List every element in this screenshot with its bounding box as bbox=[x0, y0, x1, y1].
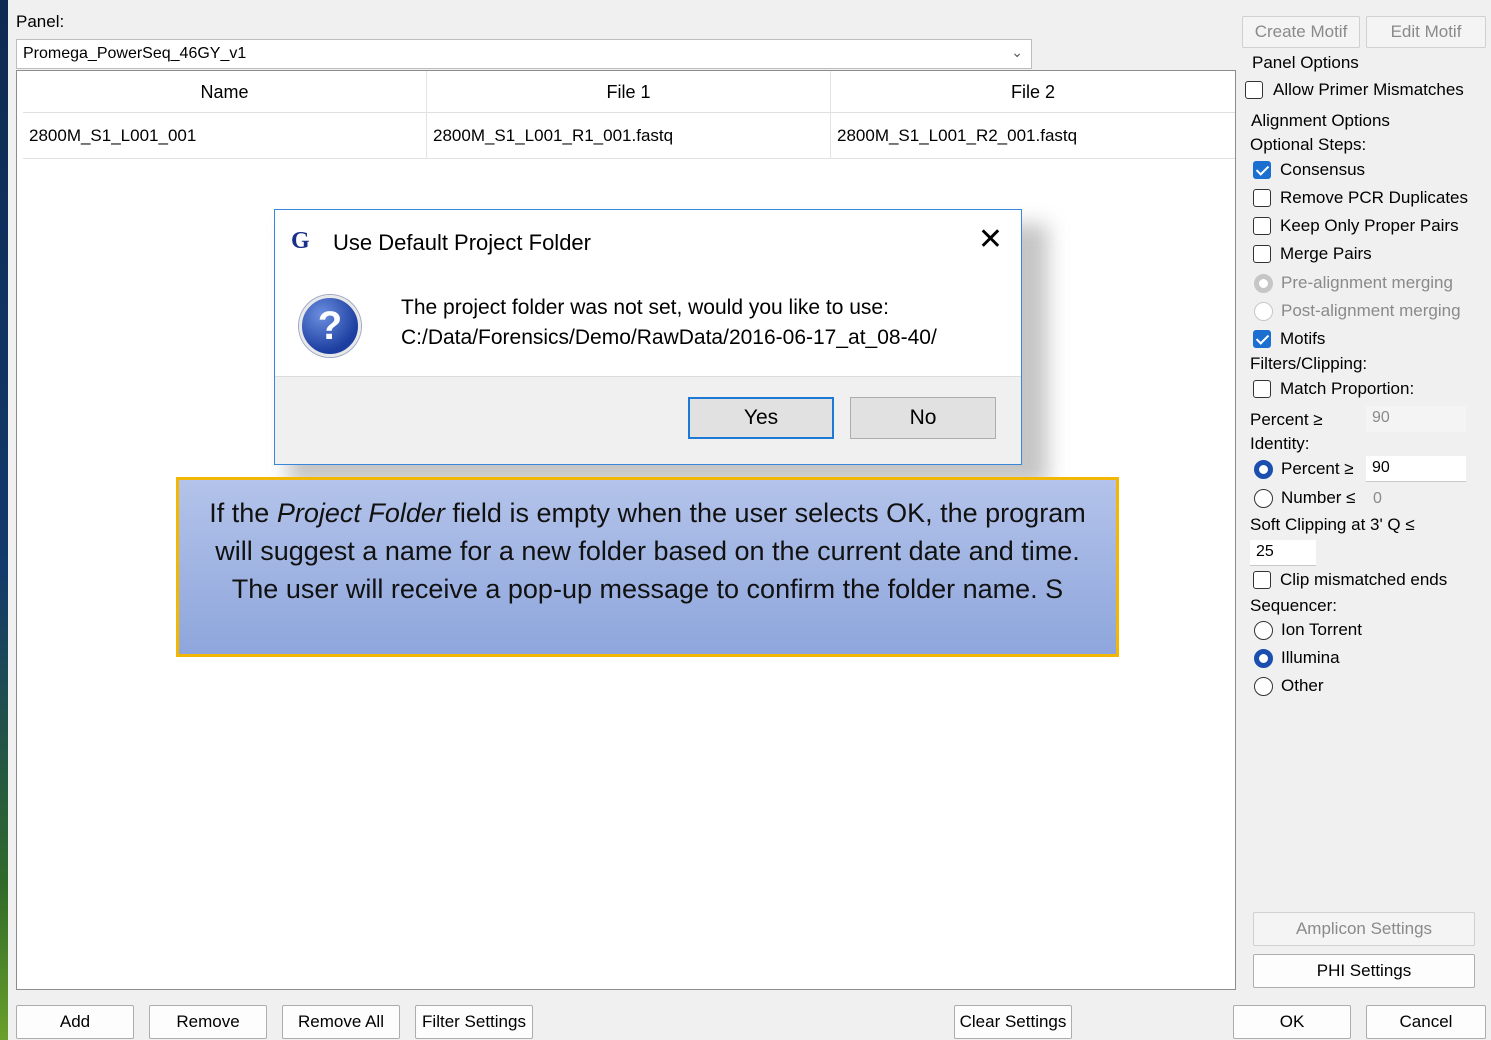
cancel-button[interactable]: Cancel bbox=[1366, 1005, 1486, 1039]
allow-primer-mismatches-label: Allow Primer Mismatches bbox=[1273, 80, 1464, 99]
optional-steps-label: Optional Steps: bbox=[1250, 135, 1367, 154]
callout-text: If the Project Folder field is empty whe… bbox=[199, 494, 1096, 608]
dialog-title: Use Default Project Folder bbox=[333, 230, 591, 255]
consensus-checkbox[interactable] bbox=[1253, 161, 1271, 179]
panel-label: Panel: bbox=[16, 12, 65, 31]
illumina-radio[interactable] bbox=[1254, 649, 1273, 668]
table-header: Name File 1 File 2 bbox=[23, 71, 1235, 113]
column-header-name[interactable]: Name bbox=[23, 71, 427, 113]
dialog-message-path: C:/Data/Forensics/Demo/RawData/2016-06-1… bbox=[401, 326, 937, 349]
identity-label: Identity: bbox=[1250, 434, 1310, 453]
match-percent-input[interactable]: 90 bbox=[1366, 406, 1466, 432]
amplicon-settings-button[interactable]: Amplicon Settings bbox=[1253, 912, 1475, 946]
use-default-project-folder-dialog[interactable]: G Use Default Project Folder ✕ ? The pro… bbox=[274, 209, 1022, 465]
dialog-footer: Yes No bbox=[275, 376, 1021, 464]
callout-text-emphasis: Project Folder bbox=[276, 498, 445, 528]
close-icon[interactable]: ✕ bbox=[978, 222, 1003, 257]
alignment-options-heading: Alignment Options bbox=[1251, 111, 1390, 130]
create-motif-button[interactable]: Create Motif bbox=[1242, 16, 1360, 48]
identity-percent-input[interactable]: 90 bbox=[1366, 456, 1466, 482]
consensus-label: Consensus bbox=[1280, 160, 1366, 179]
annotation-callout: If the Project Folder field is empty whe… bbox=[176, 477, 1119, 657]
remove-pcr-duplicates-label: Remove PCR Duplicates bbox=[1280, 188, 1469, 207]
chevron-down-icon[interactable]: ⌄ bbox=[1011, 44, 1023, 61]
panel-select[interactable]: Promega_PowerSeq_46GY_v1 ⌄ bbox=[16, 39, 1032, 69]
cell-file2: 2800M_S1_L001_R2_001.fastq bbox=[837, 126, 1078, 145]
ion-torrent-label: Ion Torrent bbox=[1281, 620, 1362, 639]
filters-clipping-label: Filters/Clipping: bbox=[1250, 354, 1368, 373]
ok-button[interactable]: OK bbox=[1233, 1005, 1351, 1039]
keep-proper-pairs-checkbox[interactable] bbox=[1253, 217, 1271, 235]
keep-proper-pairs-label: Keep Only Proper Pairs bbox=[1280, 216, 1459, 235]
panel-options-heading: Panel Options bbox=[1252, 53, 1359, 72]
callout-text-start: If the bbox=[209, 498, 277, 528]
identity-number-radio[interactable] bbox=[1254, 489, 1273, 508]
dialog-message-line1: The project folder was not set, would yo… bbox=[401, 296, 889, 319]
clip-mismatched-ends-label: Clip mismatched ends bbox=[1280, 570, 1448, 589]
identity-number-label: Number ≤ bbox=[1281, 488, 1356, 507]
panel-select-value: Promega_PowerSeq_46GY_v1 bbox=[23, 45, 247, 62]
clip-mismatched-ends-checkbox[interactable] bbox=[1253, 571, 1271, 589]
pre-alignment-merging-label: Pre-alignment merging bbox=[1281, 273, 1453, 292]
filter-settings-button[interactable]: Filter Settings bbox=[415, 1005, 533, 1039]
match-proportion-checkbox[interactable] bbox=[1253, 380, 1271, 398]
motifs-checkbox[interactable] bbox=[1253, 330, 1271, 348]
add-button[interactable]: Add bbox=[16, 1005, 134, 1039]
merge-pairs-label: Merge Pairs bbox=[1280, 244, 1372, 263]
clear-settings-button[interactable]: Clear Settings bbox=[954, 1005, 1072, 1039]
remove-pcr-duplicates-checkbox[interactable] bbox=[1253, 189, 1271, 207]
remove-button[interactable]: Remove bbox=[149, 1005, 267, 1039]
match-percent-label: Percent ≥ bbox=[1250, 410, 1323, 429]
yes-button[interactable]: Yes bbox=[688, 397, 834, 439]
soft-clipping-input[interactable]: 25 bbox=[1250, 540, 1316, 566]
post-alignment-merging-label: Post-alignment merging bbox=[1281, 301, 1461, 320]
identity-percent-radio[interactable] bbox=[1254, 460, 1273, 479]
identity-number-input[interactable]: 0 bbox=[1373, 490, 1382, 508]
table-row[interactable]: 2800M_S1_L001_001 2800M_S1_L001_R1_001.f… bbox=[23, 113, 1235, 159]
no-button[interactable]: No bbox=[850, 397, 996, 439]
app-logo-icon: G bbox=[291, 228, 310, 254]
phi-settings-button[interactable]: PHI Settings bbox=[1253, 954, 1475, 988]
question-icon: ? bbox=[299, 295, 361, 357]
allow-primer-mismatches-checkbox[interactable] bbox=[1245, 81, 1263, 99]
motifs-label: Motifs bbox=[1280, 329, 1326, 348]
cell-name: 2800M_S1_L001_001 bbox=[23, 113, 427, 159]
pre-alignment-merging-radio[interactable] bbox=[1254, 274, 1273, 293]
other-radio[interactable] bbox=[1254, 677, 1273, 696]
identity-percent-label: Percent ≥ bbox=[1281, 459, 1354, 478]
ion-torrent-radio[interactable] bbox=[1254, 621, 1273, 640]
illumina-label: Illumina bbox=[1281, 648, 1340, 667]
soft-clipping-label: Soft Clipping at 3' Q ≤ bbox=[1250, 515, 1415, 534]
sequencer-label: Sequencer: bbox=[1250, 596, 1337, 615]
desktop-edge bbox=[0, 0, 8, 1040]
column-header-file2[interactable]: File 2 bbox=[831, 71, 1235, 113]
merge-pairs-checkbox[interactable] bbox=[1253, 245, 1271, 263]
cell-file1: 2800M_S1_L001_R1_001.fastq bbox=[427, 113, 831, 159]
remove-all-button[interactable]: Remove All bbox=[282, 1005, 400, 1039]
match-proportion-label: Match Proportion: bbox=[1280, 379, 1415, 398]
edit-motif-button[interactable]: Edit Motif bbox=[1366, 16, 1486, 48]
other-label: Other bbox=[1281, 676, 1324, 695]
column-header-file1[interactable]: File 1 bbox=[427, 71, 831, 113]
post-alignment-merging-radio[interactable] bbox=[1254, 302, 1273, 321]
